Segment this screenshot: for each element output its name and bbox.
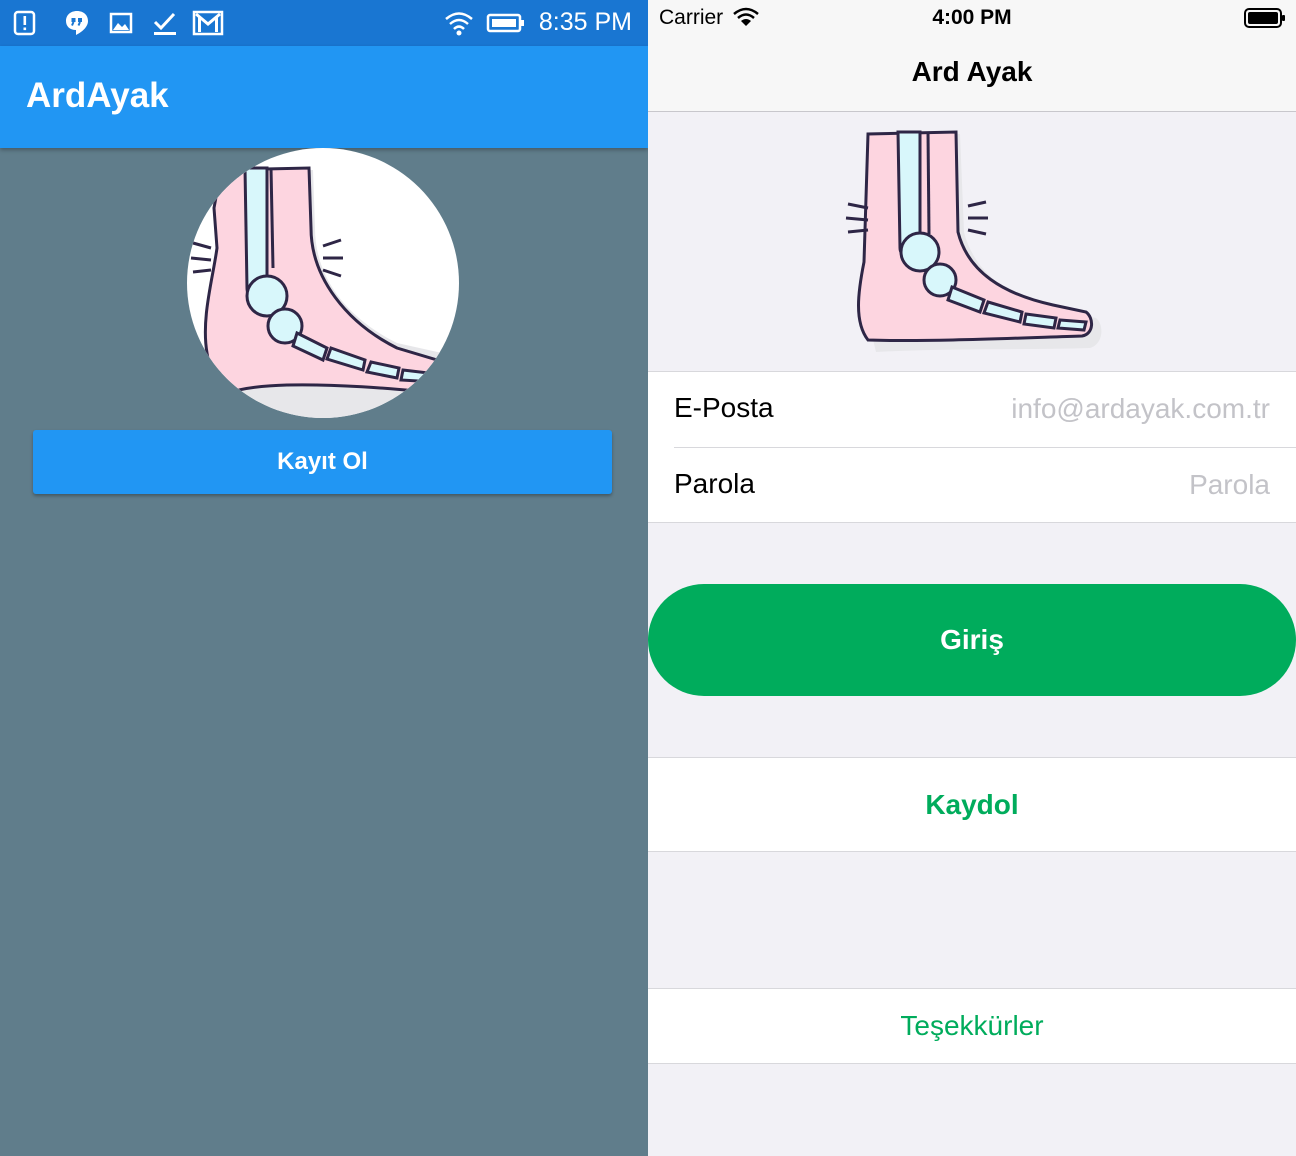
checkmark-icon — [152, 9, 178, 37]
register-button[interactable]: Kayıt Ol — [33, 430, 612, 494]
signup-button[interactable]: Kaydol — [648, 757, 1296, 852]
ios-screen: Carrier 4:00 PM Ard Ayak E-Posta info@ar… — [648, 0, 1296, 1156]
foot-xray-illustration — [187, 148, 459, 418]
email-label: E-Posta — [674, 392, 774, 423]
ios-status-bar: Carrier 4:00 PM — [648, 0, 1296, 36]
password-field[interactable] — [910, 466, 1270, 504]
email-field[interactable] — [910, 390, 1270, 428]
gmail-icon — [192, 9, 224, 37]
hangouts-icon — [64, 9, 90, 37]
password-row: Parola — [648, 448, 1296, 523]
android-screen: 8:35 PM ArdAyak Kayıt Ol — [0, 0, 648, 1156]
image-icon — [108, 9, 134, 37]
foot-xray-illustration — [828, 122, 1118, 362]
battery-icon — [1244, 7, 1286, 34]
ios-clock: 4:00 PM — [932, 6, 1012, 29]
android-status-bar: 8:35 PM — [0, 0, 648, 46]
wifi-icon — [444, 9, 474, 37]
android-app-bar: ArdAyak — [0, 46, 648, 148]
battery-icon — [486, 9, 526, 37]
ios-nav-bar: Ard Ayak — [648, 36, 1296, 112]
login-form: E-Posta Parola — [648, 371, 1296, 523]
nav-title: Ard Ayak — [911, 56, 1033, 87]
email-row: E-Posta — [648, 372, 1296, 448]
login-button[interactable]: Giriş — [648, 584, 1296, 696]
password-label: Parola — [674, 468, 755, 499]
android-clock: 8:35 PM — [538, 8, 632, 36]
alert-icon — [12, 9, 38, 37]
thanks-button[interactable]: Teşekkürler — [648, 988, 1296, 1064]
app-title: ArdAyak — [26, 76, 169, 115]
